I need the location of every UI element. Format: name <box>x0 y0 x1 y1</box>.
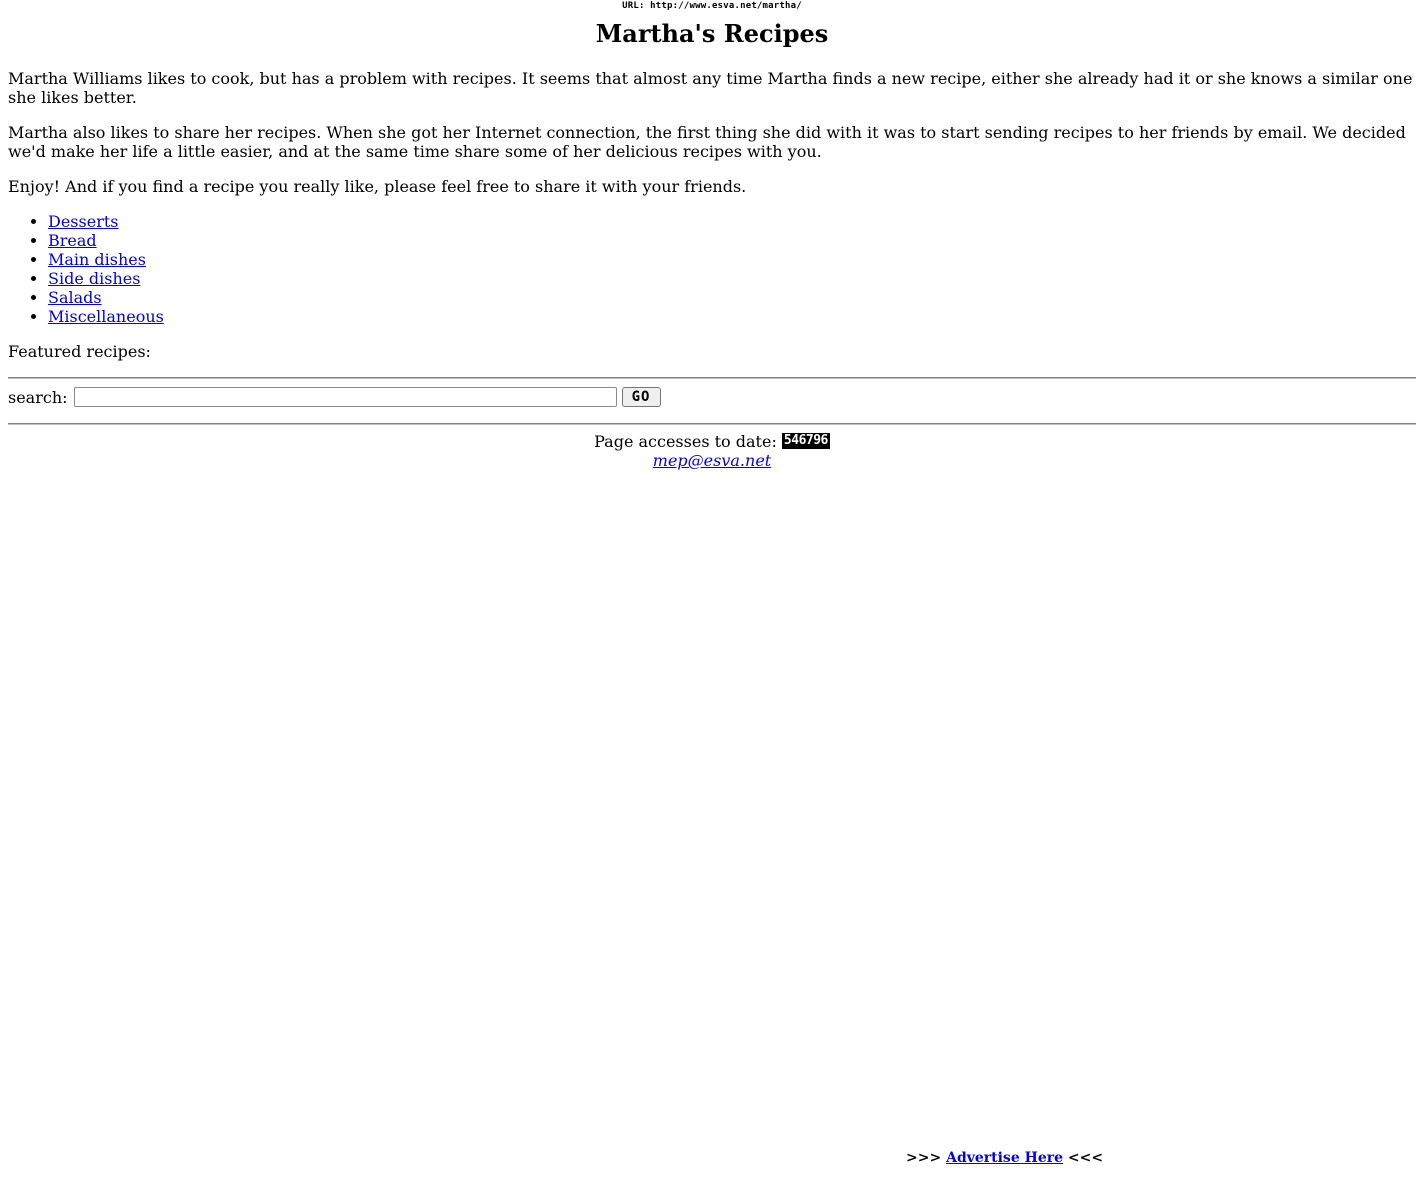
page: URL: http://www.esva.net/martha/ Martha'… <box>0 0 1424 1179</box>
list-item: Side dishes <box>48 269 164 288</box>
category-link-main-dishes[interactable]: Main dishes <box>48 250 146 269</box>
featured-recipes-label: Featured recipes: <box>8 342 151 361</box>
advertise-prefix: >>> <box>906 1150 942 1166</box>
intro-paragraph-1: Martha Williams likes to cook, but has a… <box>8 69 1413 107</box>
advertise-link[interactable]: Advertise Here <box>946 1150 1063 1166</box>
category-link-miscellaneous[interactable]: Miscellaneous <box>48 307 164 326</box>
intro-paragraph-3: Enjoy! And if you find a recipe you real… <box>8 177 747 196</box>
page-accesses-label: Page accesses to date: <box>594 432 777 451</box>
category-link-desserts[interactable]: Desserts <box>48 212 118 231</box>
hit-counter: 546796 <box>781 433 830 449</box>
list-item: Desserts <box>48 212 164 231</box>
list-item: Bread <box>48 231 164 250</box>
footer: Page accesses to date: 546796 mep@esva.n… <box>0 432 1424 470</box>
list-item: Main dishes <box>48 250 164 269</box>
category-link-bread[interactable]: Bread <box>48 231 97 250</box>
email-link[interactable]: mep@esva.net <box>653 451 771 470</box>
category-link-side-dishes[interactable]: Side dishes <box>48 269 140 288</box>
advertise-banner: >>> Advertise Here <<< <box>906 1149 1103 1167</box>
category-link-salads[interactable]: Salads <box>48 288 102 307</box>
search-label: search: <box>8 387 68 407</box>
url-banner-image: URL: http://www.esva.net/martha/ <box>622 1 802 11</box>
list-item: Salads <box>48 288 164 307</box>
intro-paragraph-2: Martha also likes to share her recipes. … <box>8 123 1406 161</box>
page-title: Martha's Recipes <box>595 19 829 48</box>
divider-top <box>8 377 1416 379</box>
list-item: Miscellaneous <box>48 307 164 326</box>
search-form: search: GO <box>8 386 661 408</box>
search-input[interactable] <box>73 387 617 407</box>
page-accesses: Page accesses to date: 546796 <box>0 432 1424 451</box>
category-list: Desserts Bread Main dishes Side dishes S… <box>8 212 164 326</box>
divider-bottom <box>8 423 1416 425</box>
go-button[interactable]: GO <box>621 387 661 407</box>
advertise-suffix: <<< <box>1067 1150 1104 1166</box>
